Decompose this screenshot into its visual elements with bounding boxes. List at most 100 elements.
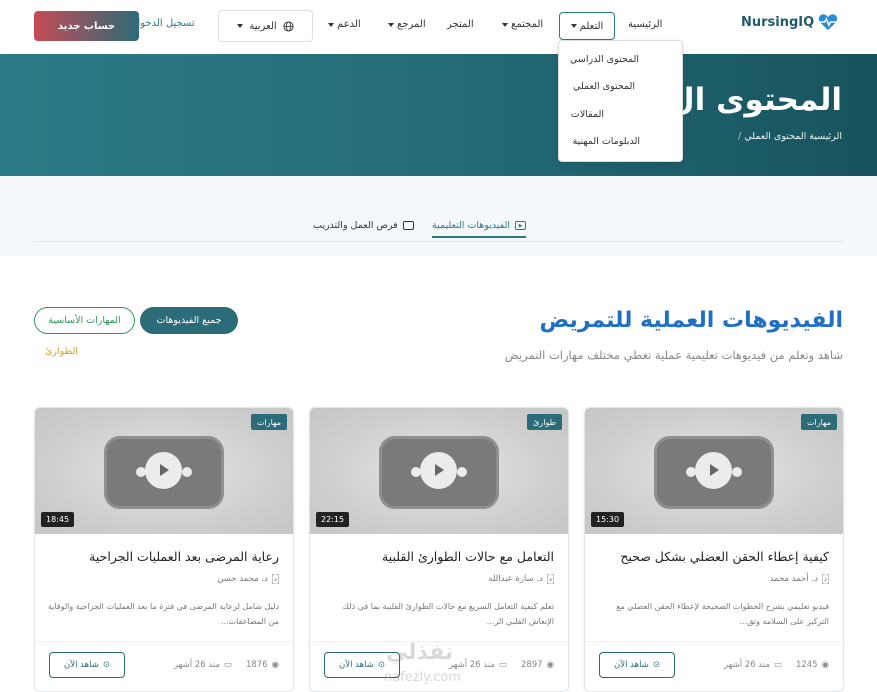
watch-now-button[interactable]: شاهد الآن ⊙ <box>599 652 675 678</box>
chevron-down-icon <box>502 22 508 27</box>
tab-jobs-training[interactable]: فرص العمل والتدريب <box>313 220 414 231</box>
views-value: 1245 <box>795 660 818 670</box>
video-icon: ▶ <box>515 221 527 230</box>
nav-home-label: الرئيسية <box>628 19 663 30</box>
card-divider <box>35 641 293 642</box>
menu-item-diplomas[interactable]: الدبلومات المهنية <box>573 136 640 147</box>
nav-learn[interactable]: التعلم <box>559 12 615 40</box>
play-triangle-icon <box>160 464 169 476</box>
nav-community-label: المجتمع <box>511 19 544 30</box>
video-title[interactable]: رعاية المرضى بعد العمليات الجراحية <box>89 549 279 564</box>
watch-label: شاهد الآن <box>64 660 99 670</box>
category-badge: مهارات <box>800 414 837 430</box>
placeholder-dot <box>457 467 467 477</box>
section-title: الفيديوهات العملية للتمريض <box>539 308 843 333</box>
calendar-icon: ▭ <box>773 660 782 670</box>
menu-item-articles[interactable]: المقالات <box>571 109 604 120</box>
card-divider <box>585 641 843 642</box>
views-count: ◉ 2897 <box>521 660 554 670</box>
avatar: د <box>271 574 279 584</box>
tab-jobs-label: فرص العمل والتدريب <box>313 220 398 231</box>
nav-reference[interactable]: المرجع <box>388 19 426 30</box>
nav-support-label: الدعم <box>337 19 361 30</box>
video-author: د د. سارة عبدالله <box>488 574 554 584</box>
author-name: د. أحمد محمد <box>769 574 818 584</box>
nav-reference-label: المرجع <box>397 19 426 30</box>
video-card[interactable]: مهارات 18:45 رعاية المرضى بعد العمليات ا… <box>34 407 294 692</box>
breadcrumb-separator-icon: / <box>738 131 742 142</box>
site-logo[interactable]: NursingIQ <box>741 13 838 31</box>
language-selector[interactable]: العربية <box>218 10 313 42</box>
video-title[interactable]: التعامل مع حالات الطوارئ القلبية <box>382 549 554 564</box>
views-count: ◉ 1876 <box>246 660 279 670</box>
views-count: ◉ 1245 <box>796 660 829 670</box>
video-thumbnail[interactable]: مهارات 15:30 <box>585 408 843 534</box>
watermark-logo: نفذلي <box>386 640 454 665</box>
breadcrumb-current: المحتوى العملي <box>744 131 807 142</box>
placeholder-dot <box>732 467 742 477</box>
duration-badge: 22:15 <box>316 512 350 527</box>
watch-label: شاهد الآن <box>339 660 374 670</box>
filter-basic-skills[interactable]: المهارات الأساسية <box>34 307 135 334</box>
tab-educational-videos[interactable]: ▶ الفيديوهات التعليمية <box>432 220 527 238</box>
watch-now-button[interactable]: شاهد الآن ⊙ <box>49 652 125 678</box>
play-circle-icon: ⊙ <box>652 660 660 670</box>
date-value: منذ 26 أشهر <box>723 660 770 670</box>
tabs-divider <box>34 241 844 242</box>
nav-home[interactable]: الرئيسية <box>628 19 662 30</box>
video-description: دليل شامل لرعاية المرضى في فترة ما بعد ا… <box>47 602 279 626</box>
category-badge: مهارات <box>250 414 287 430</box>
category-badge: طوارئ <box>527 414 562 430</box>
video-meta: ◉ 1245 ▭ منذ 26 أشهر <box>724 660 829 670</box>
play-triangle-icon <box>710 464 719 476</box>
video-description: تعلم كيفية التعامل السريع مع حالات الطوا… <box>342 602 554 626</box>
language-label: العربية <box>249 20 277 32</box>
video-author: د د. أحمد محمد <box>770 574 829 584</box>
page-title: المحتوى ال <box>667 82 842 118</box>
duration-badge: 15:30 <box>591 512 625 527</box>
content-tabs-bar <box>0 176 877 256</box>
chevron-down-icon <box>328 22 334 27</box>
video-meta: ◉ 2897 ▭ منذ 26 أشهر <box>449 660 554 670</box>
menu-item-study-content[interactable]: المحتوى الدراسي <box>570 54 639 65</box>
date-value: منذ 26 أشهر <box>448 660 495 670</box>
nav-learn-label: التعلم <box>579 20 604 32</box>
tab-videos-label: الفيديوهات التعليمية <box>432 220 511 231</box>
video-thumbnail[interactable]: طوارئ 22:15 <box>310 408 568 534</box>
publish-date: ▭ منذ 26 أشهر <box>174 660 232 670</box>
nav-support[interactable]: الدعم <box>328 19 361 30</box>
login-link[interactable]: تسجيل الدخول <box>133 18 195 29</box>
video-card[interactable]: مهارات 15:30 كيفية إعطاء الحقن العضلي بش… <box>584 407 844 692</box>
views-value: 1876 <box>245 660 268 670</box>
logo-text: NursingIQ <box>741 14 815 30</box>
calendar-icon: ▭ <box>498 660 507 670</box>
heartbeat-icon <box>819 14 838 31</box>
section-subtitle: شاهد وتعلم من فيديوهات تعليمية عملية تغط… <box>504 348 843 362</box>
chevron-down-icon <box>237 24 244 28</box>
filter-emergency[interactable]: الطوارئ <box>45 346 78 357</box>
briefcase-icon <box>402 221 414 230</box>
calendar-icon: ▭ <box>223 660 232 670</box>
author-name: د. سارة عبدالله <box>488 574 543 584</box>
chevron-down-icon <box>388 22 394 27</box>
video-thumbnail[interactable]: مهارات 18:45 <box>35 408 293 534</box>
placeholder-dot <box>182 467 192 477</box>
signup-button[interactable]: حساب جديد <box>34 11 139 41</box>
avatar: د <box>821 574 829 584</box>
breadcrumb-home[interactable]: الرئيسية <box>809 131 842 142</box>
author-name: د. محمد حسن <box>217 574 268 584</box>
filter-all-videos[interactable]: جميع الفيديوهات <box>140 307 238 334</box>
nav-store[interactable]: المتجر <box>447 19 474 30</box>
duration-badge: 18:45 <box>41 512 75 527</box>
learn-dropdown-menu: المحتوى الدراسي المحتوى العملي المقالات … <box>558 40 683 162</box>
menu-item-practical-content[interactable]: المحتوى العملي <box>573 81 635 92</box>
video-author: د د. محمد حسن <box>217 574 279 584</box>
video-title[interactable]: كيفية إعطاء الحقن العضلي بشكل صحيح <box>620 549 829 564</box>
nav-community[interactable]: المجتمع <box>502 19 543 30</box>
globe-icon <box>283 20 294 32</box>
watch-label: شاهد الآن <box>614 660 649 670</box>
views-value: 2897 <box>520 660 543 670</box>
publish-date: ▭ منذ 26 أشهر <box>724 660 782 670</box>
video-meta: ◉ 1876 ▭ منذ 26 أشهر <box>174 660 279 670</box>
eye-icon: ◉ <box>271 660 279 670</box>
